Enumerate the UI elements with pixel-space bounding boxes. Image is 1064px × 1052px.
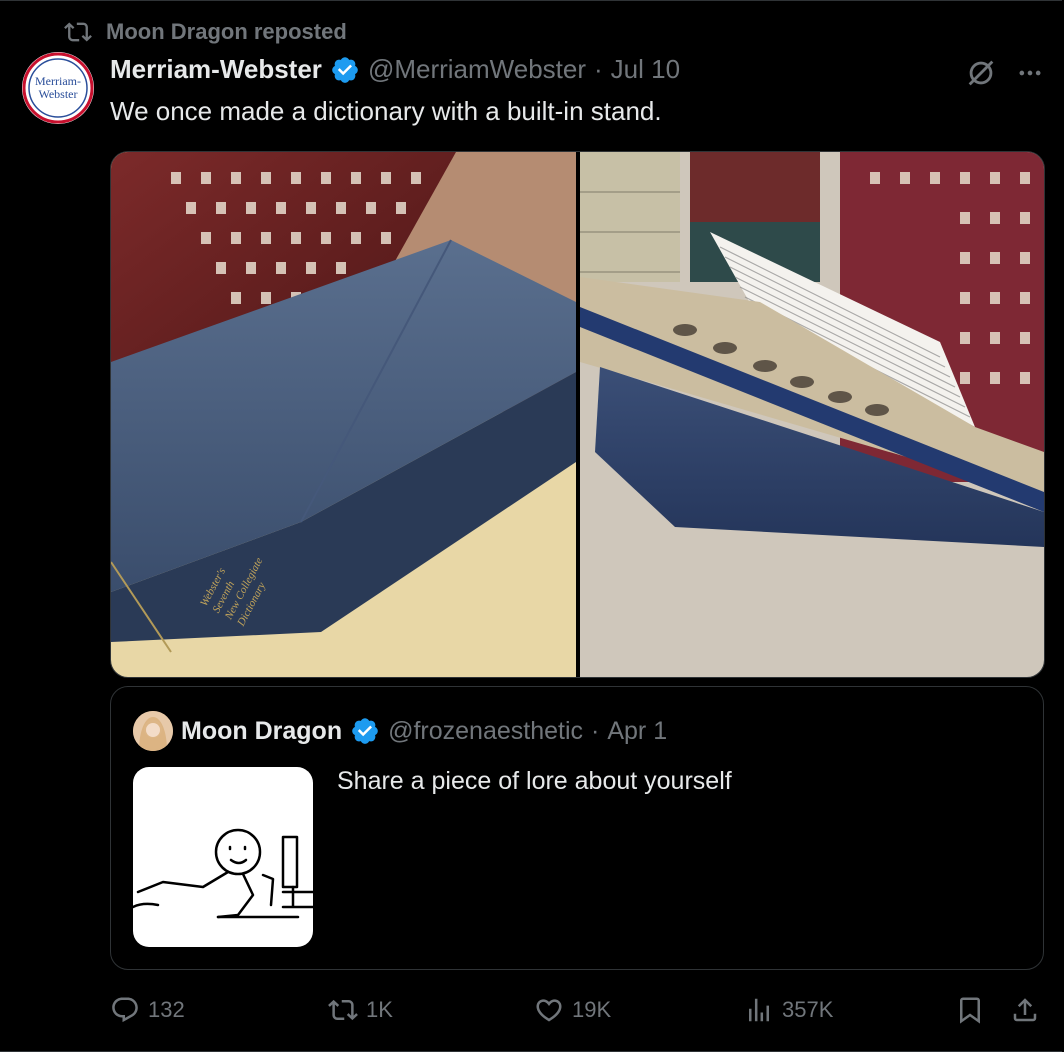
more-icon[interactable] — [1016, 59, 1044, 87]
post-header: Merriam-Webster @MerriamWebster · Jul 10 — [110, 54, 680, 85]
quoted-author-name[interactable]: Moon Dragon — [181, 717, 342, 746]
repost-icon — [328, 999, 358, 1021]
reply-count: 132 — [148, 997, 185, 1022]
views-count: 357K — [782, 997, 834, 1022]
repost-count: 1K — [366, 997, 393, 1022]
quoted-image[interactable] — [133, 767, 313, 947]
photo-dictionary-stand[interactable] — [580, 152, 1044, 677]
reply-button[interactable]: 132 — [110, 990, 185, 1030]
like-count: 19K — [572, 997, 612, 1022]
author-avatar[interactable]: Merriam- Webster — [22, 52, 94, 124]
repost-text[interactable]: Moon Dragon reposted — [106, 19, 347, 45]
action-bar: 132 1K 19K 357K — [110, 990, 1045, 1030]
quoted-header: Moon Dragon @frozenaesthetic · Apr 1 — [133, 711, 667, 751]
author-name[interactable]: Merriam-Webster — [110, 54, 322, 85]
quoted-post[interactable]: Moon Dragon @frozenaesthetic · Apr 1 Sha… — [110, 686, 1044, 970]
reply-icon — [112, 997, 138, 1023]
repost-button[interactable]: 1K — [328, 990, 393, 1030]
separator: · — [591, 716, 600, 745]
post-text: We once made a dictionary with a built-i… — [110, 96, 662, 126]
separator: · — [594, 54, 603, 84]
like-button[interactable]: 19K — [534, 990, 611, 1030]
photo-dictionary-closed[interactable]: Webster's Seventh New Collegiate Diction… — [111, 152, 576, 677]
repost-indicator: Moon Dragon reposted — [64, 18, 347, 46]
top-actions — [964, 56, 1044, 90]
avatar-text-1: Merriam- — [35, 74, 81, 88]
share-button[interactable] — [1010, 990, 1040, 1030]
verified-badge-icon[interactable] — [350, 716, 380, 746]
repost-icon — [64, 22, 92, 42]
quoted-handle[interactable]: @frozenaesthetic — [388, 717, 583, 746]
bookmark-icon — [960, 997, 980, 1024]
post-date[interactable]: Jul 10 — [611, 54, 680, 85]
author-handle[interactable]: @MerriamWebster — [368, 54, 586, 85]
media-grid: Webster's Seventh New Collegiate Diction… — [110, 151, 1045, 678]
bookmark-button[interactable] — [955, 990, 985, 1030]
grok-icon[interactable] — [964, 56, 998, 90]
quoted-date[interactable]: Apr 1 — [607, 717, 667, 746]
quoted-text: Share a piece of lore about yourself — [337, 767, 732, 795]
quoted-avatar[interactable] — [133, 711, 173, 751]
views-icon — [749, 998, 769, 1022]
avatar-text-2: Webster — [38, 87, 77, 101]
like-icon — [536, 999, 562, 1022]
share-icon — [1013, 998, 1037, 1022]
views-button[interactable]: 357K — [744, 990, 833, 1030]
verified-badge-icon[interactable] — [330, 55, 360, 85]
